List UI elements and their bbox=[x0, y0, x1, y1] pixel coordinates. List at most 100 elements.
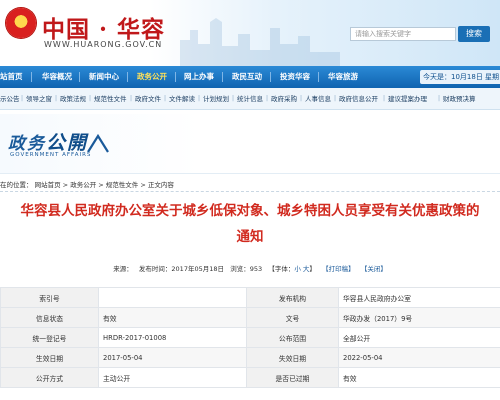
breadcrumb-prefix: 在的位置： bbox=[0, 181, 33, 189]
subnav-divider: | bbox=[55, 95, 58, 102]
source-label: 来源： bbox=[113, 265, 133, 273]
info-value: 有效 bbox=[98, 307, 247, 328]
national-emblem-icon bbox=[6, 8, 36, 38]
nav-divider bbox=[31, 72, 32, 82]
nav-tourism[interactable]: 华容旅游 bbox=[328, 66, 358, 88]
info-value: 全部公开 bbox=[338, 327, 500, 348]
info-value: HRDR-2017-01008 bbox=[98, 327, 247, 348]
publish-date: 2017年05月18日 bbox=[171, 265, 224, 273]
views-label: 浏览： bbox=[230, 265, 250, 273]
subnav-divider: | bbox=[383, 95, 386, 102]
breadcrumb-sep: > bbox=[140, 181, 146, 189]
info-label: 是否已过期 bbox=[246, 367, 339, 388]
sub-nav: 示公告 | 领导之窗 | 政策法规 | 规范性文件 | 政府文件 | 文件解读 … bbox=[0, 88, 500, 110]
info-value: 华容县人民政府办公室 bbox=[338, 287, 500, 308]
subnav-item[interactable]: 示公告 bbox=[0, 88, 20, 110]
article-meta: 来源： 发布时间：2017年05月18日 浏览：953 【字体：小 大】 【打印… bbox=[0, 262, 500, 276]
banner-chevron-icon bbox=[87, 133, 109, 153]
site-header: 中国 · 华容 WWW.HUARONG.GOV.CN 请输入搜索关键字 搜索 bbox=[0, 0, 500, 66]
subnav-divider: | bbox=[232, 95, 235, 102]
font-label: 【字体： bbox=[268, 265, 295, 273]
main-nav: 站首页 华容概况 新闻中心 政务公开 网上办事 政民互动 投资华容 华容旅游 今… bbox=[0, 66, 500, 88]
subnav-item[interactable]: 计划规划 bbox=[203, 88, 229, 110]
nav-divider bbox=[127, 72, 128, 82]
doc-info-table: 索引号 发布机构 华容县人民政府办公室 信息状态 有效 文号 华政办发（2017… bbox=[0, 287, 500, 388]
subnav-item[interactable]: 文件解读 bbox=[169, 88, 195, 110]
subnav-divider: | bbox=[300, 95, 303, 102]
info-value: 2017-05-04 bbox=[98, 347, 247, 368]
subnav-divider: | bbox=[89, 95, 92, 102]
nav-divider bbox=[318, 72, 319, 82]
subnav-item[interactable]: 政府采购 bbox=[271, 88, 297, 110]
table-row: 信息状态 有效 文号 华政办发（2017）9号 bbox=[0, 307, 500, 328]
close-link[interactable]: 【关闭】 bbox=[361, 262, 387, 276]
subnav-item[interactable]: 人事信息 bbox=[305, 88, 331, 110]
breadcrumb: 在的位置： 网站首页 > 政务公开 > 规范性文件 > 正文内容 bbox=[0, 178, 500, 192]
site-url: WWW.HUARONG.GOV.CN bbox=[44, 40, 163, 49]
nav-interaction[interactable]: 政民互动 bbox=[232, 66, 262, 88]
table-row: 统一登记号 HRDR-2017-01008 公布范围 全部公开 bbox=[0, 327, 500, 348]
nav-divider bbox=[270, 72, 271, 82]
banner-title-b: 公開 bbox=[46, 132, 89, 154]
info-value bbox=[98, 287, 247, 308]
subnav-item[interactable]: 规范性文件 bbox=[94, 88, 127, 110]
nav-divider bbox=[175, 72, 176, 82]
subnav-item[interactable]: 建议提案办理 bbox=[388, 88, 427, 110]
info-label: 索引号 bbox=[0, 287, 99, 308]
breadcrumb-sep: > bbox=[62, 181, 69, 189]
info-label: 公开方式 bbox=[0, 367, 99, 388]
nav-divider bbox=[79, 72, 80, 82]
subnav-divider: | bbox=[266, 95, 269, 102]
table-row: 索引号 发布机构 华容县人民政府办公室 bbox=[0, 287, 500, 308]
breadcrumb-sep: > bbox=[98, 181, 104, 189]
info-value: 华政办发（2017）9号 bbox=[338, 307, 500, 328]
nav-invest[interactable]: 投资华容 bbox=[280, 66, 310, 88]
article-title-line1: 华容县人民政府办公室关于城乡低保对象、城乡特困人员享受有关优惠政策的 bbox=[20, 203, 480, 219]
info-label: 统一登记号 bbox=[0, 327, 99, 348]
search-placeholder: 请输入搜索关键字 bbox=[355, 30, 411, 38]
breadcrumb-normative-docs[interactable]: 规范性文件 bbox=[106, 178, 139, 192]
info-label: 信息状态 bbox=[0, 307, 99, 328]
breadcrumb-home[interactable]: 网站首页 bbox=[35, 178, 61, 192]
subnav-item[interactable]: 财政预决算 bbox=[443, 88, 476, 110]
subnav-item[interactable]: 政府信息公开 bbox=[339, 88, 378, 110]
info-label: 文号 bbox=[246, 307, 339, 328]
subnav-item[interactable]: 政府文件 bbox=[135, 88, 161, 110]
font-small-link[interactable]: 小 bbox=[294, 265, 301, 273]
subnav-item[interactable]: 政策法规 bbox=[60, 88, 86, 110]
subnav-divider: | bbox=[130, 95, 133, 102]
subnav-item[interactable]: 统计信息 bbox=[237, 88, 263, 110]
info-label: 生效日期 bbox=[0, 347, 99, 368]
subnav-divider: | bbox=[198, 95, 201, 102]
nav-overview[interactable]: 华容概况 bbox=[42, 66, 72, 88]
nav-online-service[interactable]: 网上办事 bbox=[184, 66, 214, 88]
banner-subtitle: GOVERNMENT AFFAIRS bbox=[10, 152, 92, 158]
info-value: 主动公开 bbox=[98, 367, 247, 388]
subnav-item[interactable]: 领导之窗 bbox=[26, 88, 52, 110]
search-button[interactable]: 搜索 bbox=[458, 26, 490, 42]
subnav-divider: | bbox=[334, 95, 337, 102]
page: 中国 · 华容 WWW.HUARONG.GOV.CN 请输入搜索关键字 搜索 站… bbox=[0, 0, 500, 400]
print-link[interactable]: 【打印稿】 bbox=[322, 262, 355, 276]
table-row: 公开方式 主动公开 是否已过期 有效 bbox=[0, 367, 500, 388]
search-input[interactable]: 请输入搜索关键字 bbox=[350, 27, 456, 41]
article-title-line2: 通知 bbox=[236, 229, 264, 245]
section-banner: 政务公開 GOVERNMENT AFFAIRS bbox=[0, 114, 500, 174]
subnav-divider: | bbox=[438, 95, 441, 102]
banner-title: 政务公開 bbox=[8, 128, 88, 155]
nav-gov-affairs[interactable]: 政务公开 bbox=[137, 66, 167, 88]
views-count: 953 bbox=[249, 265, 263, 273]
banner-title-a: 政务 bbox=[8, 134, 46, 154]
site-name[interactable]: 中国 · 华容 bbox=[42, 10, 165, 44]
info-label: 发布机构 bbox=[246, 287, 339, 308]
info-label: 失效日期 bbox=[246, 347, 339, 368]
subnav-divider: | bbox=[21, 95, 24, 102]
nav-home[interactable]: 站首页 bbox=[0, 66, 23, 88]
date-display: 今天是：10月18日 星期 bbox=[420, 70, 500, 84]
info-value: 有效 bbox=[338, 367, 500, 388]
subnav-divider: | bbox=[164, 95, 167, 102]
info-value: 2022-05-04 bbox=[338, 347, 500, 368]
nav-news[interactable]: 新闻中心 bbox=[89, 66, 119, 88]
breadcrumb-gov-affairs[interactable]: 政务公开 bbox=[70, 178, 96, 192]
info-label: 公布范围 bbox=[246, 327, 339, 348]
